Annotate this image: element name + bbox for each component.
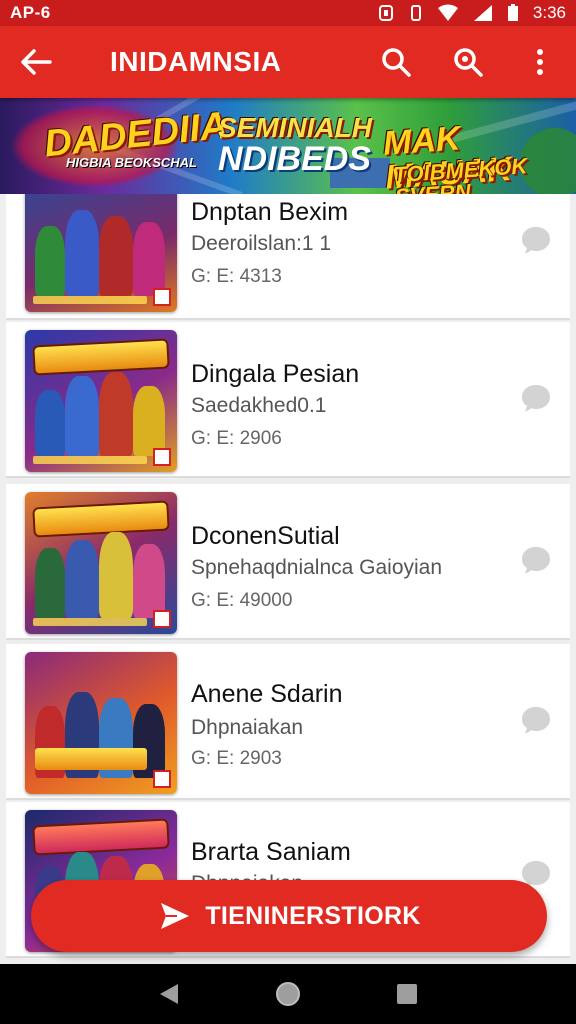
item-thumbnail <box>25 194 177 312</box>
battery-icon <box>507 4 519 22</box>
item-title: Dnptan Bexim <box>191 198 349 226</box>
search-button[interactable] <box>360 26 432 98</box>
item-meta: G: E: 49000 <box>191 590 293 611</box>
item-title: Anene Sdarin <box>191 680 343 708</box>
page-title: INIDAMNSIA <box>110 46 282 77</box>
app-bar: INIDAMNSIA <box>0 26 576 98</box>
item-subtitle: Saedakhed0.1 <box>191 394 327 417</box>
nav-recents-icon <box>396 984 417 1004</box>
item-meta: G: E: 4313 <box>191 266 282 287</box>
chat-bubble-icon <box>522 385 550 412</box>
back-arrow-icon <box>21 49 52 75</box>
search-settings-icon <box>454 48 483 77</box>
item-title: DconenSutial <box>191 522 340 550</box>
nav-back-icon <box>160 984 179 1004</box>
vibrate-icon <box>409 4 423 22</box>
status-clock: 3:36 <box>532 3 566 22</box>
send-icon <box>157 899 191 933</box>
banner-title-mid-top: SEMINIALH <box>218 112 372 143</box>
comment-button[interactable] <box>520 544 552 576</box>
banner-subtitle-left: HIGBIA BEOKSCHAL <box>66 155 197 170</box>
nav-home-button[interactable] <box>258 964 318 1024</box>
more-vert-icon <box>537 49 543 75</box>
primary-action-button[interactable]: TIENINERSTIORK <box>31 880 547 952</box>
item-list[interactable]: Dnptan Bexim Deeroilslan:1 1 G: E: 4313 … <box>6 194 570 964</box>
search-icon <box>382 48 411 77</box>
item-meta: G: E: 2906 <box>191 428 282 449</box>
chat-bubble-icon <box>522 227 550 254</box>
item-thumbnail <box>25 492 177 634</box>
nav-home-icon <box>275 982 300 1006</box>
item-meta: G: E: 2903 <box>191 748 282 769</box>
item-subtitle: Dhpnaiakan <box>191 716 304 739</box>
comment-button[interactable] <box>520 224 552 256</box>
system-nav-bar <box>0 964 576 1024</box>
list-item[interactable]: Anene Sdarin Dhpnaiakan G: E: 2903 <box>6 644 570 800</box>
filter-search-button[interactable] <box>432 26 504 98</box>
back-button[interactable] <box>0 26 72 98</box>
signal-icon <box>473 4 493 22</box>
list-item[interactable]: Dingala Pesian Saedakhed0.1 G: E: 2906 <box>6 322 570 478</box>
status-time-label: AP-6 <box>10 3 51 22</box>
chat-bubble-icon <box>522 707 550 734</box>
item-thumbnail <box>25 330 177 472</box>
status-bar: AP-6 3:36 <box>0 0 576 26</box>
chat-bubble-icon <box>522 547 550 574</box>
item-subtitle: Spnehaqdnialnca Gaioyian <box>191 556 443 579</box>
more-options-button[interactable] <box>504 26 576 98</box>
item-title: Dingala Pesian <box>191 360 360 388</box>
nav-recents-button[interactable] <box>377 964 437 1024</box>
comment-button[interactable] <box>520 382 552 414</box>
item-subtitle: Deeroilslan:1 1 <box>191 232 332 255</box>
notification-icon <box>377 4 395 22</box>
item-thumbnail <box>25 652 177 794</box>
nav-back-button[interactable] <box>139 964 199 1024</box>
comment-button[interactable] <box>520 704 552 736</box>
promo-banner[interactable]: DADEDIIA HIGBIA BEOKSCHAL SEMINIALH NDIB… <box>0 98 576 194</box>
list-item[interactable]: DconenSutial Spnehaqdnialnca Gaioyian G:… <box>6 484 570 640</box>
wifi-icon <box>437 4 459 22</box>
banner-title-mid-bottom: NDIBEDS <box>218 140 372 178</box>
list-item[interactable]: Dnptan Bexim Deeroilslan:1 1 G: E: 4313 <box>6 194 570 320</box>
primary-action-label: TIENINERSTIORK <box>205 901 421 930</box>
item-title: Brarta Saniam <box>191 838 351 866</box>
